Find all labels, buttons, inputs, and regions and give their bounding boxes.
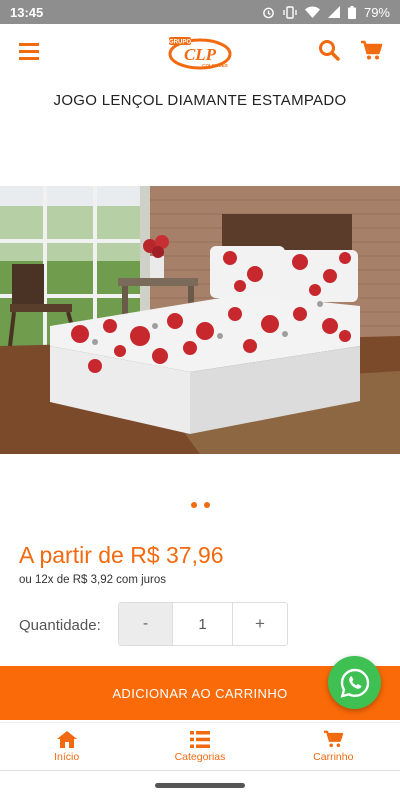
product-price: A partir de R$ 37,96 xyxy=(19,542,224,568)
status-time: 13:45 xyxy=(10,4,44,20)
battery-icon xyxy=(347,5,356,19)
nav-item-carrinho[interactable]: Carrinho xyxy=(267,723,400,770)
nav-label-inicio: Início xyxy=(54,750,80,763)
nav-label-categorias: Categorias xyxy=(174,750,226,763)
wifi-icon xyxy=(304,6,320,18)
search-icon xyxy=(319,40,340,61)
menu-icon xyxy=(19,42,39,60)
system-navigation-bar xyxy=(0,770,400,800)
logo-top-text: GRUPO xyxy=(169,40,191,46)
bottom-navigation: Início Categorias Carrinho xyxy=(0,722,400,770)
product-title: JOGO LENÇOL DIAMANTE ESTAMPADO xyxy=(53,92,347,109)
carousel-dot-1[interactable] xyxy=(190,502,197,508)
brand-logo[interactable]: CLP GRUPO COLCHÕES xyxy=(157,32,243,72)
quantity-decrease-button[interactable]: - xyxy=(119,603,173,645)
battery-percent: 79% xyxy=(363,4,390,20)
status-icons: 79% xyxy=(262,5,390,20)
whatsapp-icon xyxy=(340,668,369,698)
quantity-increase-button[interactable]: + xyxy=(233,603,287,645)
alarm-icon xyxy=(263,7,274,18)
status-bar: 13:45 79% xyxy=(0,0,400,24)
quantity-value[interactable]: 1 xyxy=(173,603,233,645)
home-icon xyxy=(56,730,77,748)
signal-icon xyxy=(327,6,340,18)
whatsapp-button[interactable] xyxy=(328,656,381,709)
header-actions xyxy=(318,39,384,63)
product-installments: ou 12x de R$ 3,92 com juros xyxy=(19,574,167,586)
home-gesture-pill[interactable] xyxy=(155,783,245,788)
menu-button[interactable] xyxy=(16,38,42,64)
logo-bottom-text: COLCHÕES xyxy=(202,62,228,68)
carousel-dot-2[interactable] xyxy=(203,502,210,508)
quantity-label: Quantidade: xyxy=(19,617,101,634)
quantity-stepper: - 1 + xyxy=(118,602,288,646)
cart-button[interactable] xyxy=(360,39,384,63)
nav-item-inicio[interactable]: Início xyxy=(0,723,133,770)
list-icon xyxy=(189,730,210,748)
nav-item-categorias[interactable]: Categorias xyxy=(133,723,266,770)
cart-icon xyxy=(324,730,344,748)
logo-text: CLP xyxy=(184,45,217,64)
nav-label-carrinho: Carrinho xyxy=(313,751,354,763)
app-screen: 13:45 79% CLP GRUPO COLCHÕES JOGO LENÇOL… xyxy=(0,0,400,800)
app-header: CLP GRUPO COLCHÕES xyxy=(0,24,400,78)
search-button[interactable] xyxy=(318,39,342,63)
cart-icon xyxy=(361,40,383,60)
product-image[interactable] xyxy=(0,186,400,454)
carousel-dots xyxy=(0,502,400,508)
vibrate-icon xyxy=(283,5,297,19)
